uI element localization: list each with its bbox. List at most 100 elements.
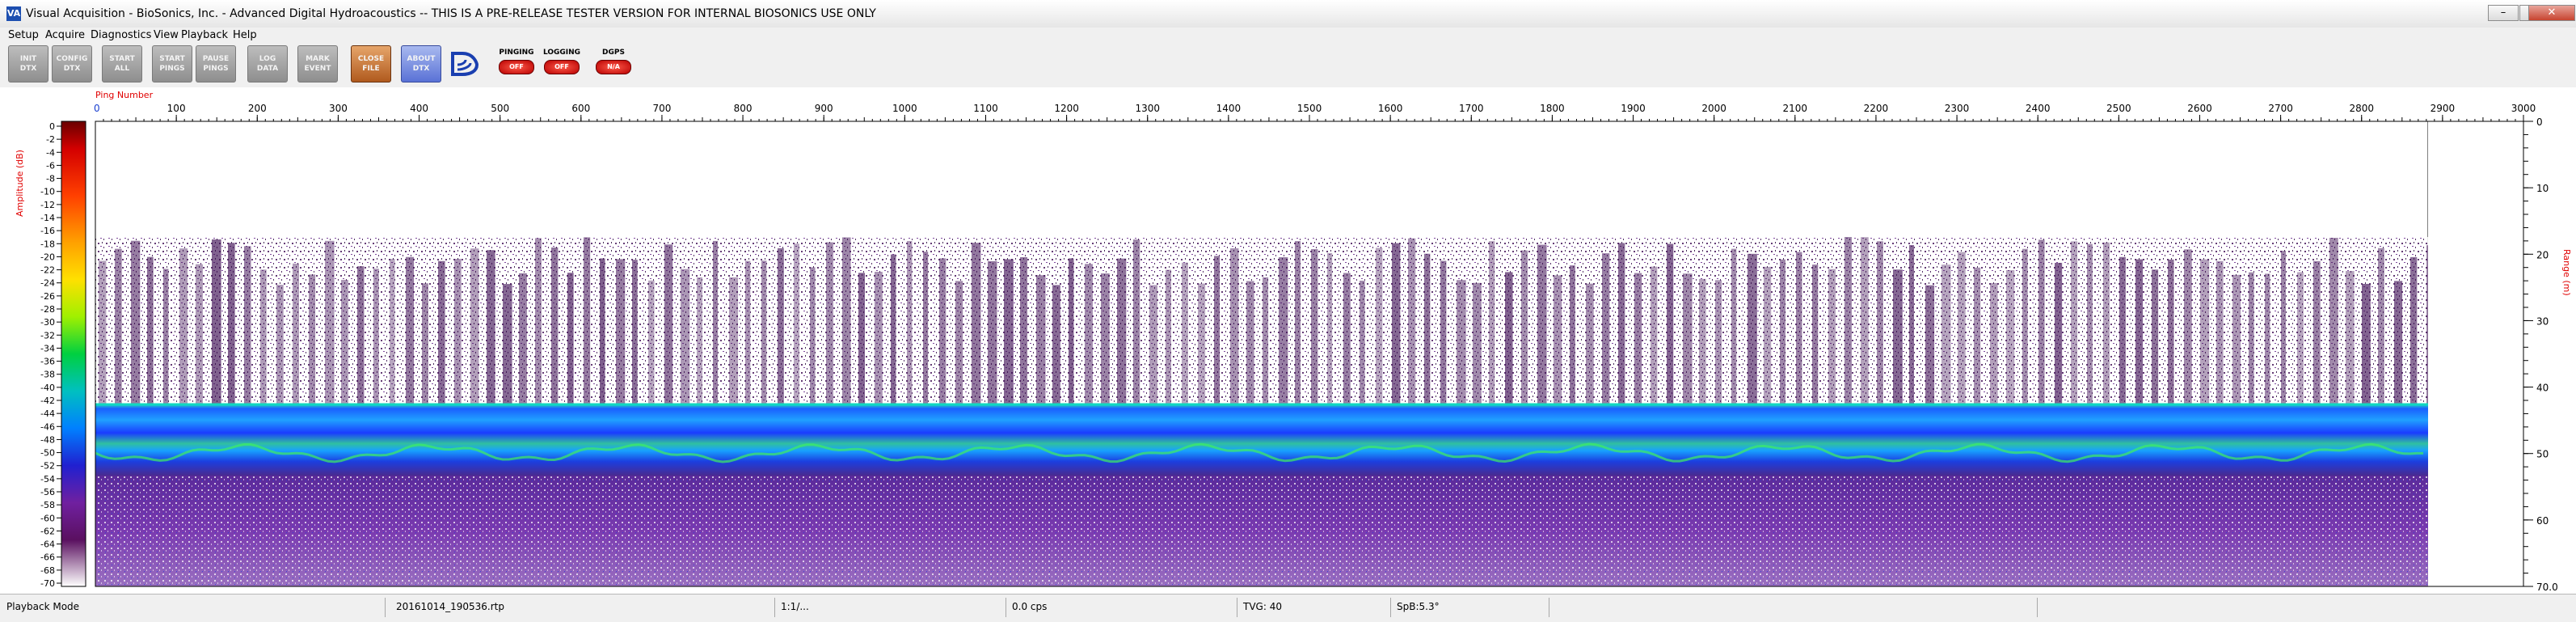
init-dtx-button[interactable]: INIT DTX [8, 45, 48, 83]
echo-column [1408, 238, 1416, 404]
echo-column [713, 240, 719, 404]
pinging-label: PINGING [499, 49, 534, 57]
echo-column [1182, 262, 1188, 404]
echo-column [1748, 253, 1757, 404]
x-tick-label: 2400 [2026, 103, 2051, 114]
echo-column [1246, 281, 1254, 404]
colorbar-tick-label: -40 [40, 383, 55, 393]
colorbar-tick-label: -42 [40, 396, 55, 406]
echo-column [487, 250, 495, 404]
echo-column [1036, 275, 1046, 404]
colorbar-tick-label: -6 [46, 160, 55, 171]
echo-column [519, 273, 527, 404]
toolbar: INIT DTX CONFIG DTX START ALL START PING… [0, 44, 2576, 88]
about-dtx-button[interactable]: ABOUT DTX [401, 45, 441, 83]
menu-setup[interactable]: Setup [8, 29, 39, 41]
range-tick-label: 10 [2536, 183, 2549, 194]
echo-column [1667, 243, 1674, 404]
echo-column [373, 269, 379, 404]
echo-column [1279, 257, 1288, 404]
echo-column [923, 252, 929, 404]
x-tick-label: 2700 [2268, 103, 2293, 114]
echo-column [1149, 285, 1157, 404]
start-all-button[interactable]: START ALL [102, 45, 142, 83]
menu-acquire[interactable]: Acquire [45, 29, 85, 41]
echo-column [1004, 259, 1014, 404]
x-tick-label: 600 [571, 103, 590, 114]
echo-column [616, 259, 626, 404]
echo-column [939, 258, 947, 404]
echo-column [2055, 262, 2063, 404]
range-axis-label: Range (m) [2561, 249, 2572, 296]
echo-column [1570, 265, 1575, 404]
echo-column [584, 237, 591, 404]
echo-column [179, 248, 188, 404]
status-separator [1390, 598, 1391, 617]
biosonics-logo-icon[interactable] [446, 45, 483, 83]
echo-column [470, 248, 479, 404]
amplitude-axis-label: Amplitude (dB) [15, 150, 25, 217]
echo-column [1537, 244, 1547, 404]
menu-view[interactable]: View [154, 29, 179, 41]
echo-column [1877, 241, 1883, 404]
echo-column [1440, 260, 1447, 404]
menu-bar: Setup Acquire Diagnostics View Playback … [0, 28, 2576, 44]
echo-column [2232, 274, 2241, 404]
echo-column [1699, 278, 1706, 404]
colorbar-tick-label: -34 [40, 343, 55, 353]
echo-column [2087, 243, 2093, 404]
echo-column [907, 240, 913, 404]
echo-column [1554, 275, 1562, 404]
echo-column [778, 248, 784, 404]
x-tick-label: 100 [167, 103, 186, 114]
sediment-noise [95, 476, 2428, 586]
echo-column [1845, 237, 1852, 404]
echogram-svg[interactable]: Amplitude (dB) 0 -2 -4 -6 -8 -10 -12 -14 -16 -18 -… [0, 87, 2576, 594]
status-mode: Playback Mode [6, 601, 80, 612]
echo-column [2265, 273, 2270, 404]
colorbar-tick-label: -24 [40, 278, 55, 289]
range-tick-label: 30 [2536, 315, 2549, 327]
x-tick-label: 500 [491, 103, 509, 114]
echo-column [1715, 280, 1722, 404]
echo-column [1796, 252, 1802, 404]
echo-column [745, 260, 751, 404]
echo-column [293, 263, 299, 404]
colorbar-tick-label: -8 [46, 174, 55, 184]
x-tick-label: 200 [248, 103, 267, 114]
echo-column [681, 269, 690, 404]
app-icon: VA [6, 6, 21, 21]
echo-column [1343, 273, 1351, 404]
echo-column [632, 260, 638, 404]
colorbar-ticks: 0 -2 -4 -6 -8 -10 -12 -14 -16 -18 -20 -22 -24 -26 -28 -… [40, 121, 61, 589]
config-dtx-button[interactable]: CONFIG DTX [52, 45, 92, 83]
log-data-button[interactable]: LOG DATA [247, 45, 288, 83]
minimize-button[interactable]: – [2488, 5, 2519, 21]
x-tick-label: 1100 [973, 103, 998, 114]
echo-column [115, 248, 122, 404]
echo-column [1780, 259, 1785, 404]
echo-column [2394, 281, 2403, 404]
menu-diagnostics[interactable]: Diagnostics [91, 29, 151, 41]
menu-help[interactable]: Help [233, 29, 257, 41]
close-window-button[interactable]: ✕ [2528, 5, 2575, 21]
x-tick-label: 900 [815, 103, 833, 114]
amplitude-colorbar [61, 121, 86, 587]
menu-playback[interactable]: Playback [181, 29, 228, 41]
colorbar-tick-label: -56 [40, 487, 55, 497]
x-tick-label: 1000 [892, 103, 917, 114]
colorbar-tick-label: -2 [46, 134, 55, 145]
dgps-state: N/A [596, 60, 631, 74]
mark-event-button[interactable]: MARK EVENT [297, 45, 338, 83]
echo-column [2006, 269, 2015, 404]
x-tick-zero: 0 [94, 103, 100, 114]
colorbar-tick-label: -22 [40, 265, 55, 276]
echo-column [1521, 250, 1528, 404]
start-pings-button[interactable]: START PINGS [152, 45, 192, 83]
echo-column [1230, 248, 1239, 404]
echo-column [600, 258, 605, 404]
range-tick-label: 70.0 [2536, 582, 2558, 593]
close-file-button[interactable]: CLOSE FILE [351, 45, 391, 83]
pause-pings-button[interactable]: PAUSE PINGS [196, 45, 236, 83]
colorbar-tick-label: -58 [40, 500, 55, 510]
